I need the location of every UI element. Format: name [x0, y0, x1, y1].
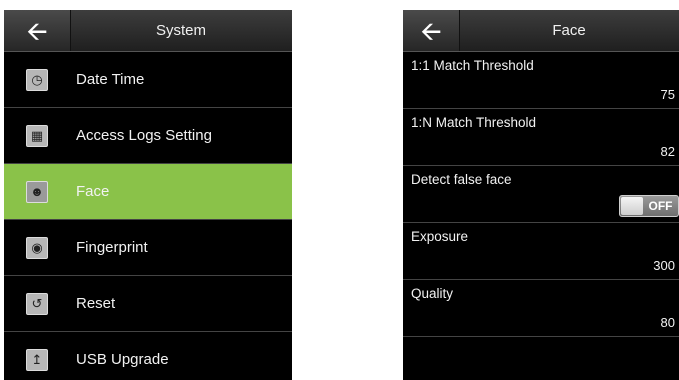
- menu-item-label: USB Upgrade: [76, 351, 169, 368]
- menu-item-usb-upgrade[interactable]: ↥ USB Upgrade: [4, 332, 292, 380]
- setting-value: 300: [653, 258, 675, 273]
- system-screen: 🡨 System ◷ Date Time ▦ Access Logs Setti…: [4, 10, 292, 380]
- setting-quality[interactable]: Quality 80: [403, 280, 679, 337]
- back-arrow-icon: 🡨: [420, 15, 442, 46]
- face-title-bar: 🡨 Face: [403, 10, 679, 52]
- setting-label: Quality: [411, 286, 454, 301]
- setting-label: Exposure: [411, 229, 469, 244]
- system-title-bar: 🡨 System: [4, 10, 292, 52]
- toggle-knob: [621, 197, 643, 215]
- menu-item-label: Face: [76, 183, 110, 200]
- menu-item-face[interactable]: ☻ Face: [4, 164, 292, 220]
- setting-1-n-match-threshold[interactable]: 1:N Match Threshold 82: [403, 109, 679, 166]
- setting-value: 80: [660, 315, 675, 330]
- menu-item-label: Date Time: [76, 71, 145, 88]
- clock-icon: ◷: [26, 68, 48, 91]
- access-logs-icon: ▦: [26, 124, 48, 147]
- detect-false-face-toggle[interactable]: OFF: [619, 195, 679, 217]
- toggle-state-text: OFF: [648, 199, 673, 213]
- menu-item-label: Fingerprint: [76, 239, 148, 256]
- page-title: Face: [552, 22, 586, 39]
- setting-label: 1:1 Match Threshold: [411, 58, 534, 73]
- setting-1-1-match-threshold[interactable]: 1:1 Match Threshold 75: [403, 52, 679, 109]
- back-button[interactable]: 🡨: [403, 10, 460, 51]
- setting-value: 75: [660, 87, 675, 102]
- menu-item-date-time[interactable]: ◷ Date Time: [4, 52, 292, 108]
- page-title: System: [155, 22, 206, 39]
- menu-item-reset[interactable]: ↺ Reset: [4, 276, 292, 332]
- face-screen: 🡨 Face 1:1 Match Threshold 75 1:N Match …: [403, 10, 679, 380]
- face-icon: ☻: [26, 180, 48, 203]
- usb-upgrade-icon: ↥: [26, 348, 48, 371]
- menu-item-access-logs-setting[interactable]: ▦ Access Logs Setting: [4, 108, 292, 164]
- setting-label: Detect false face: [411, 172, 512, 187]
- back-button[interactable]: 🡨: [4, 10, 71, 51]
- reset-icon: ↺: [26, 292, 48, 315]
- fingerprint-icon: ◉: [26, 236, 48, 259]
- menu-item-label: Reset: [76, 295, 116, 312]
- setting-detect-false-face: Detect false face OFF: [403, 166, 679, 223]
- back-arrow-icon: 🡨: [26, 15, 48, 46]
- menu-item-label: Access Logs Setting: [76, 127, 212, 144]
- setting-label: 1:N Match Threshold: [411, 115, 537, 130]
- setting-value: 82: [660, 144, 675, 159]
- menu-item-fingerprint[interactable]: ◉ Fingerprint: [4, 220, 292, 276]
- setting-exposure[interactable]: Exposure 300: [403, 223, 679, 280]
